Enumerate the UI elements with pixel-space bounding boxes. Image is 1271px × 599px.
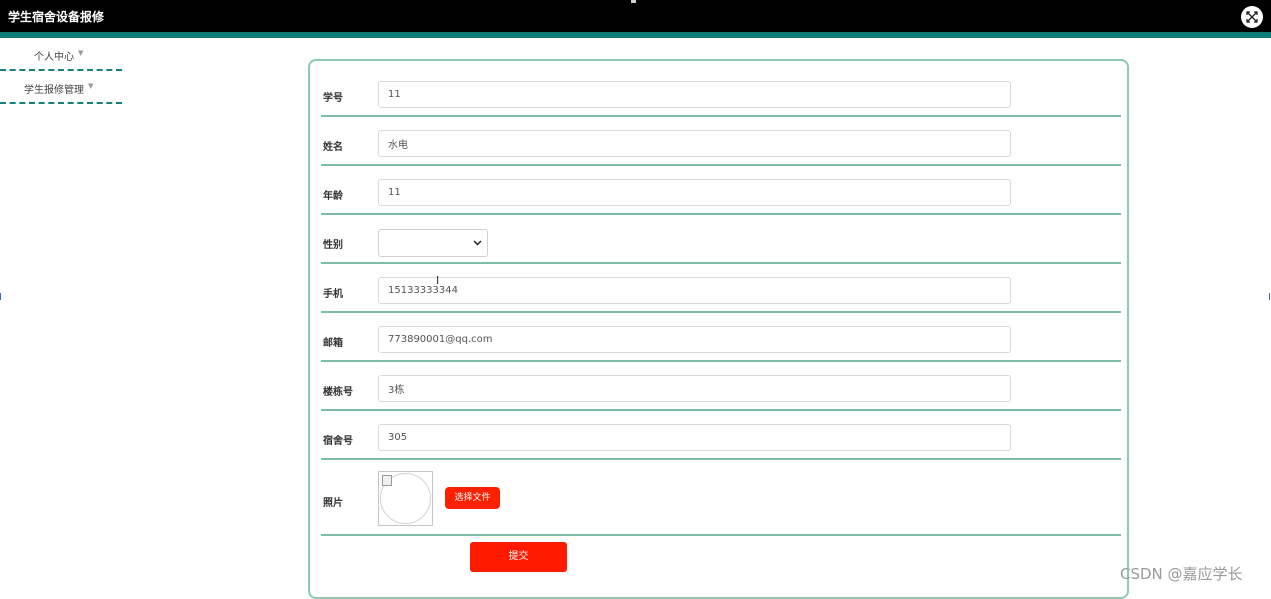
email-input[interactable] — [378, 326, 1011, 353]
form-row-photo: 照片 选择文件 — [321, 460, 1121, 536]
watermark: CSDN @嘉应学长 — [1120, 565, 1243, 583]
phone-input[interactable] — [378, 277, 1011, 304]
broken-image-icon — [382, 475, 392, 486]
sidebar-item-personal-center[interactable]: 个人中心 ▼ — [0, 38, 122, 71]
sidebar-item-label: 个人中心 — [34, 52, 74, 63]
form-row-student-id: 学号 — [321, 61, 1121, 117]
caret-down-icon: ▼ — [78, 49, 84, 57]
name-input[interactable] — [378, 130, 1011, 157]
form-row-phone: 手机 — [321, 264, 1121, 313]
gender-select[interactable] — [378, 229, 488, 257]
form-row-age: 年龄 — [321, 166, 1121, 215]
top-marker — [631, 0, 636, 3]
building-label: 楼栋号 — [323, 387, 353, 398]
age-input[interactable] — [378, 179, 1011, 206]
left-edge-marker — [0, 293, 1, 300]
dorm-input[interactable] — [378, 424, 1011, 451]
sidebar-item-repair-management[interactable]: 学生报修管理 ▼ — [0, 71, 122, 104]
right-edge-marker — [1269, 293, 1270, 300]
header-accent-strip — [0, 32, 1271, 38]
text-cursor-icon: I — [436, 274, 440, 287]
choose-file-button[interactable]: 选择文件 — [445, 487, 500, 509]
dorm-label: 宿舍号 — [323, 436, 353, 447]
form-row-dorm: 宿舍号 — [321, 411, 1121, 460]
app-title: 学生宿舍设备报修 — [8, 10, 105, 24]
chevron-down-icon — [473, 240, 482, 246]
sidebar-item-label: 学生报修管理 — [24, 85, 84, 96]
form-row-gender: 性别 — [321, 215, 1121, 264]
name-label: 姓名 — [323, 142, 343, 153]
caret-down-icon: ▼ — [88, 82, 94, 90]
gender-label: 性别 — [323, 240, 343, 251]
student-id-label: 学号 — [323, 93, 343, 104]
email-label: 邮箱 — [323, 338, 343, 349]
age-label: 年龄 — [323, 191, 343, 202]
photo-preview — [378, 471, 433, 526]
phone-label: 手机 — [323, 289, 343, 300]
submit-button[interactable]: 提交 — [470, 542, 567, 572]
sidebar: 个人中心 ▼ 学生报修管理 ▼ — [0, 38, 122, 104]
photo-label: 照片 — [323, 498, 343, 509]
student-id-input[interactable] — [378, 81, 1011, 108]
expand-arrows-icon — [1246, 11, 1258, 23]
form-row-name: 姓名 — [321, 117, 1121, 166]
title-bar: 学生宿舍设备报修 — [0, 0, 1271, 32]
form-row-building: 楼栋号 — [321, 362, 1121, 411]
building-input[interactable] — [378, 375, 1011, 402]
student-info-form: 学号 姓名 年龄 性别 手机 邮箱 楼栋号 宿舍号 照片 — [308, 59, 1129, 599]
form-row-email: 邮箱 — [321, 313, 1121, 362]
fullscreen-button[interactable] — [1241, 6, 1263, 28]
